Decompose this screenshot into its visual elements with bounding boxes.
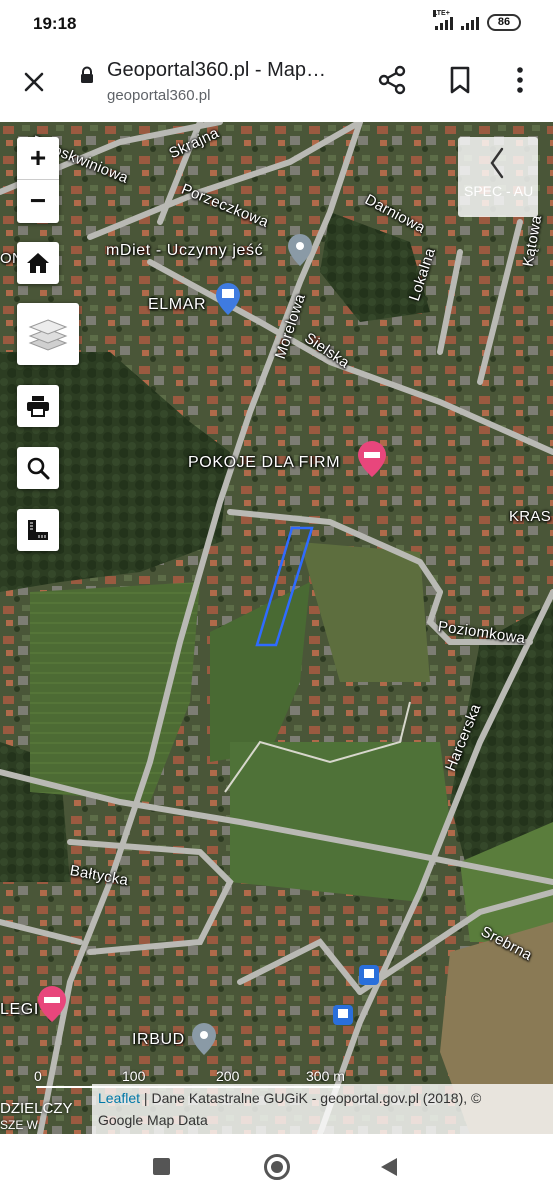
side-panel-toggle[interactable]: SPEC - AU <box>458 137 538 217</box>
attribution-text-2: Google Map Data <box>98 1112 208 1128</box>
map-view[interactable]: Brzoskwiniowa Skrajna Porzeczkowa Darnio… <box>0 122 553 1134</box>
home-button-icon[interactable] <box>264 1154 290 1180</box>
more-icon[interactable] <box>508 64 532 96</box>
status-indicators: LTE+ 86 <box>433 9 521 31</box>
home-icon <box>27 253 49 273</box>
status-time: 19:18 <box>33 14 77 33</box>
chevron-left-icon <box>490 147 504 179</box>
scale-label-200: 200 <box>216 1068 240 1084</box>
browser-toolbar: Geoportal360.pl - Map… geoportal360.pl <box>0 46 553 122</box>
zoom-in-button[interactable]: + <box>17 137 59 180</box>
measure-icon <box>28 520 48 540</box>
page-title[interactable]: Geoportal360.pl - Map… <box>107 59 326 82</box>
map-attribution: Leaflet | Dane Katastralne GUGiK - geopo… <box>92 1084 553 1134</box>
bus-stop-icon-2[interactable] <box>333 1005 353 1025</box>
poi-label-dzielczy: DZIELCZY <box>0 1100 73 1117</box>
recent-apps-icon[interactable] <box>153 1158 170 1175</box>
battery-icon: 86 <box>487 14 521 31</box>
poi-label-dzielczy-sub: SZE W <box>0 1118 38 1132</box>
system-navbar <box>0 1134 553 1200</box>
close-icon[interactable] <box>18 66 50 98</box>
layers-button[interactable] <box>17 303 79 365</box>
measure-button[interactable] <box>17 509 59 551</box>
zoom-control: + − <box>17 137 59 223</box>
attribution-text: | Dane Katastralne GUGiK - geoportal.gov… <box>140 1090 482 1106</box>
poi-label-legi[interactable]: LEGI <box>0 1001 39 1019</box>
poi-label-irbud[interactable]: IRBUD <box>132 1031 185 1049</box>
print-button[interactable] <box>17 385 59 427</box>
scale-label-100: 100 <box>122 1068 146 1084</box>
bus-stop-icon[interactable] <box>359 965 379 985</box>
poi-label-pokoje[interactable]: POKOJE DLA FIRM <box>188 454 340 472</box>
share-icon[interactable] <box>376 64 408 96</box>
signal-icon: LTE+ <box>433 9 453 30</box>
street-label-krasna: KRAS <box>509 508 552 525</box>
home-button[interactable] <box>17 242 59 284</box>
scale-label-300: 300 m <box>306 1068 345 1084</box>
poi-label-elmar[interactable]: ELMAR <box>148 296 206 314</box>
bookmark-icon[interactable] <box>446 64 474 96</box>
scale-label-0: 0 <box>34 1068 42 1084</box>
page-url[interactable]: geoportal360.pl <box>107 87 210 104</box>
signal-icon-2 <box>461 16 479 30</box>
lock-icon <box>81 66 93 83</box>
print-icon <box>27 396 49 417</box>
status-bar: 19:18 LTE+ 86 <box>0 0 553 46</box>
search-button[interactable] <box>17 447 59 489</box>
search-icon <box>27 457 50 480</box>
layers-icon <box>28 319 68 351</box>
back-icon[interactable] <box>381 1158 397 1176</box>
side-panel-ghost-text: SPEC - AU <box>464 183 534 199</box>
leaflet-link[interactable]: Leaflet <box>98 1090 140 1106</box>
network-type: LTE+ <box>433 9 450 17</box>
poi-label-mdiet[interactable]: mDiet - Uczymy jeść <box>106 242 263 260</box>
zoom-out-button[interactable]: − <box>17 180 59 223</box>
